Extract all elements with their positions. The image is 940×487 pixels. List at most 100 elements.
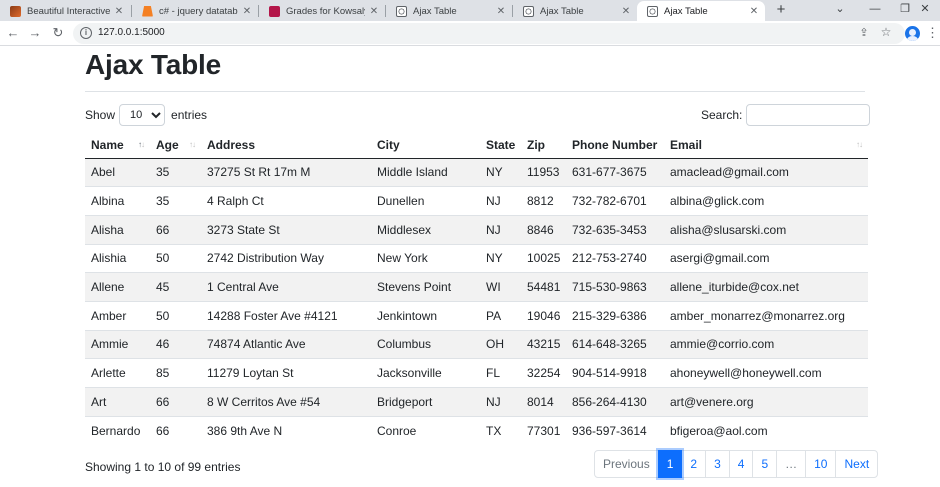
sort-icon: ↑↓: [856, 140, 863, 149]
new-tab-icon[interactable]: +: [771, 1, 791, 19]
browser-tab-strip: Beautiful Interactive Ta ✕ c# - jquery d…: [0, 0, 940, 21]
cell-age: 66: [150, 387, 201, 417]
pagination-page-4[interactable]: 4: [728, 450, 754, 478]
pagination-page-5[interactable]: 5: [752, 450, 778, 478]
table-row[interactable]: Allene 45 1 Central Ave Stevens Point WI 5448…: [85, 272, 868, 302]
table-row[interactable]: Bernardo 66 386 9th Ave N Conroe TX 77301 936-…: [85, 415, 868, 445]
forward-icon[interactable]: →: [26, 24, 44, 42]
tab-title: c# - jquery datatables: [159, 5, 238, 17]
pagination-page-2[interactable]: 2: [681, 450, 707, 478]
browser-tab[interactable]: Ajax Table ✕: [513, 1, 637, 21]
close-window-icon[interactable]: ✕: [910, 0, 940, 21]
pagination-page-3[interactable]: 3: [705, 450, 730, 478]
back-icon[interactable]: ←: [4, 24, 22, 42]
cell-name: Bernardo: [85, 415, 150, 445]
cell-name: Albina: [85, 186, 150, 216]
cell-name: Arlette: [85, 358, 150, 388]
globe-favicon-icon: [396, 5, 407, 17]
cell-state: NY: [480, 243, 521, 273]
pagination-page-1[interactable]: 1: [657, 450, 683, 478]
cell-phone: 856-264-4130: [566, 387, 664, 417]
close-tab-icon[interactable]: ✕: [496, 6, 506, 17]
table-row[interactable]: Art 66 8 W Cerritos Ave #54 Bridgeport NJ 801…: [85, 387, 868, 417]
table-row[interactable]: Albina 35 4 Ralph Ct Dunellen NJ 8812 732-782-…: [85, 186, 868, 216]
cell-address: 3273 State St: [201, 214, 371, 245]
column-header-zip[interactable]: Zip: [521, 132, 566, 159]
column-header-address[interactable]: Address: [201, 132, 371, 159]
cell-email: art@venere.org: [664, 387, 868, 417]
cell-phone: 631-677-3675: [566, 157, 664, 187]
bookmark-star-icon[interactable]: ☆: [879, 25, 893, 39]
column-header-name[interactable]: Name ↑↓: [85, 132, 150, 159]
close-tab-icon[interactable]: ✕: [369, 6, 379, 17]
cell-phone: 614-648-3265: [566, 329, 664, 359]
column-header-email[interactable]: Email ↑↓: [664, 132, 868, 159]
cell-address: 1 Central Ave: [201, 272, 371, 302]
tab-title: Ajax Table: [540, 5, 584, 17]
share-icon[interactable]: ⇪: [857, 26, 871, 40]
pagination-previous-button[interactable]: Previous: [594, 450, 659, 478]
search-control: Search:: [701, 104, 871, 126]
cell-phone: 936-597-3614: [566, 415, 664, 445]
cell-email: amber_monarrez@monarrez.org: [664, 300, 868, 331]
cell-address: 4 Ralph Ct: [201, 186, 371, 216]
table-row[interactable]: Alishia 50 2742 Distribution Way New York NY…: [85, 243, 868, 273]
cell-city: Jenkintown: [371, 300, 480, 331]
cell-state: NY: [480, 157, 521, 187]
browser-menu-icon[interactable]: ⋮: [926, 24, 939, 42]
cell-zip: 43215: [521, 329, 566, 359]
cell-city: Stevens Point: [371, 272, 480, 302]
address-bar[interactable]: i 127.0.0.1:5000 ⇪ ☆: [73, 23, 905, 44]
tab-title: Grades for Kowsalya V: [286, 5, 365, 17]
entries-per-page-select[interactable]: 10: [119, 104, 166, 126]
page-content: Ajax Table Show 10 entries Search: Name ↑…: [0, 47, 940, 487]
length-suffix-label: entries: [171, 108, 208, 122]
tab-search-chevron-icon[interactable]: ⌄: [820, 0, 860, 21]
table-row[interactable]: Ammie 46 74874 Atlantic Ave Columbus OH 43215…: [85, 329, 868, 359]
reload-icon[interactable]: ↻: [49, 24, 67, 42]
close-tab-icon[interactable]: ✕: [242, 6, 252, 17]
pagination-page-10[interactable]: 10: [805, 450, 837, 478]
cell-state: TX: [480, 415, 521, 445]
cell-city: Columbus: [371, 329, 480, 359]
cell-name: Ammie: [85, 329, 150, 359]
site-info-icon[interactable]: i: [80, 27, 92, 39]
column-header-phone[interactable]: Phone Number: [566, 132, 664, 159]
cell-zip: 8014: [521, 387, 566, 417]
table-row[interactable]: Arlette 85 11279 Loytan St Jacksonville FL 32…: [85, 358, 868, 388]
browser-tab[interactable]: Ajax Table ✕: [386, 1, 512, 21]
close-tab-icon[interactable]: ✕: [621, 6, 631, 17]
pagination-next-button[interactable]: Next: [835, 450, 879, 478]
close-tab-icon[interactable]: ✕: [749, 6, 759, 17]
cell-state: FL: [480, 358, 521, 388]
cell-email: ahoneywell@honeywell.com: [664, 358, 868, 388]
browser-tab-active[interactable]: Ajax Table ✕: [637, 1, 765, 21]
page-title: Ajax Table: [85, 49, 221, 80]
tab-title: Beautiful Interactive Ta: [27, 5, 110, 17]
cell-phone: 715-530-9863: [566, 272, 664, 302]
column-header-age[interactable]: Age ↑↓: [150, 132, 201, 159]
search-label: Search:: [701, 108, 743, 122]
cell-name: Amber: [85, 300, 150, 331]
profile-avatar-icon[interactable]: [905, 26, 920, 41]
cell-zip: 19046: [521, 300, 566, 331]
browser-tab[interactable]: c# - jquery datatables ✕: [132, 1, 258, 21]
cell-phone: 732-782-6701: [566, 186, 664, 216]
search-input[interactable]: [746, 104, 871, 126]
close-tab-icon[interactable]: ✕: [114, 6, 124, 17]
browser-tab[interactable]: Beautiful Interactive Ta ✕: [0, 1, 130, 21]
cell-state: NJ: [480, 186, 521, 216]
table-row[interactable]: Alisha 66 3273 State St Middlesex NJ 8846 732-…: [85, 214, 868, 245]
browser-tab[interactable]: Grades for Kowsalya V ✕: [259, 1, 385, 21]
table-row[interactable]: Abel 35 37275 St Rt 17m M Middle Island NY 11…: [85, 157, 868, 187]
cell-email: alisha@slusarski.com: [664, 214, 868, 245]
title-divider: [85, 91, 865, 92]
globe-favicon-icon: [647, 5, 658, 17]
cell-zip: 11953: [521, 157, 566, 187]
sort-icon: ↑↓: [189, 140, 196, 149]
column-header-city[interactable]: City: [371, 132, 480, 159]
column-header-state[interactable]: State: [480, 132, 521, 159]
cell-name: Art: [85, 387, 150, 417]
pagination: Previous 1 2 3 4 5 … 10 Next: [594, 450, 879, 478]
table-row[interactable]: Amber 50 14288 Foster Ave #4121 Jenkintown P…: [85, 300, 868, 331]
